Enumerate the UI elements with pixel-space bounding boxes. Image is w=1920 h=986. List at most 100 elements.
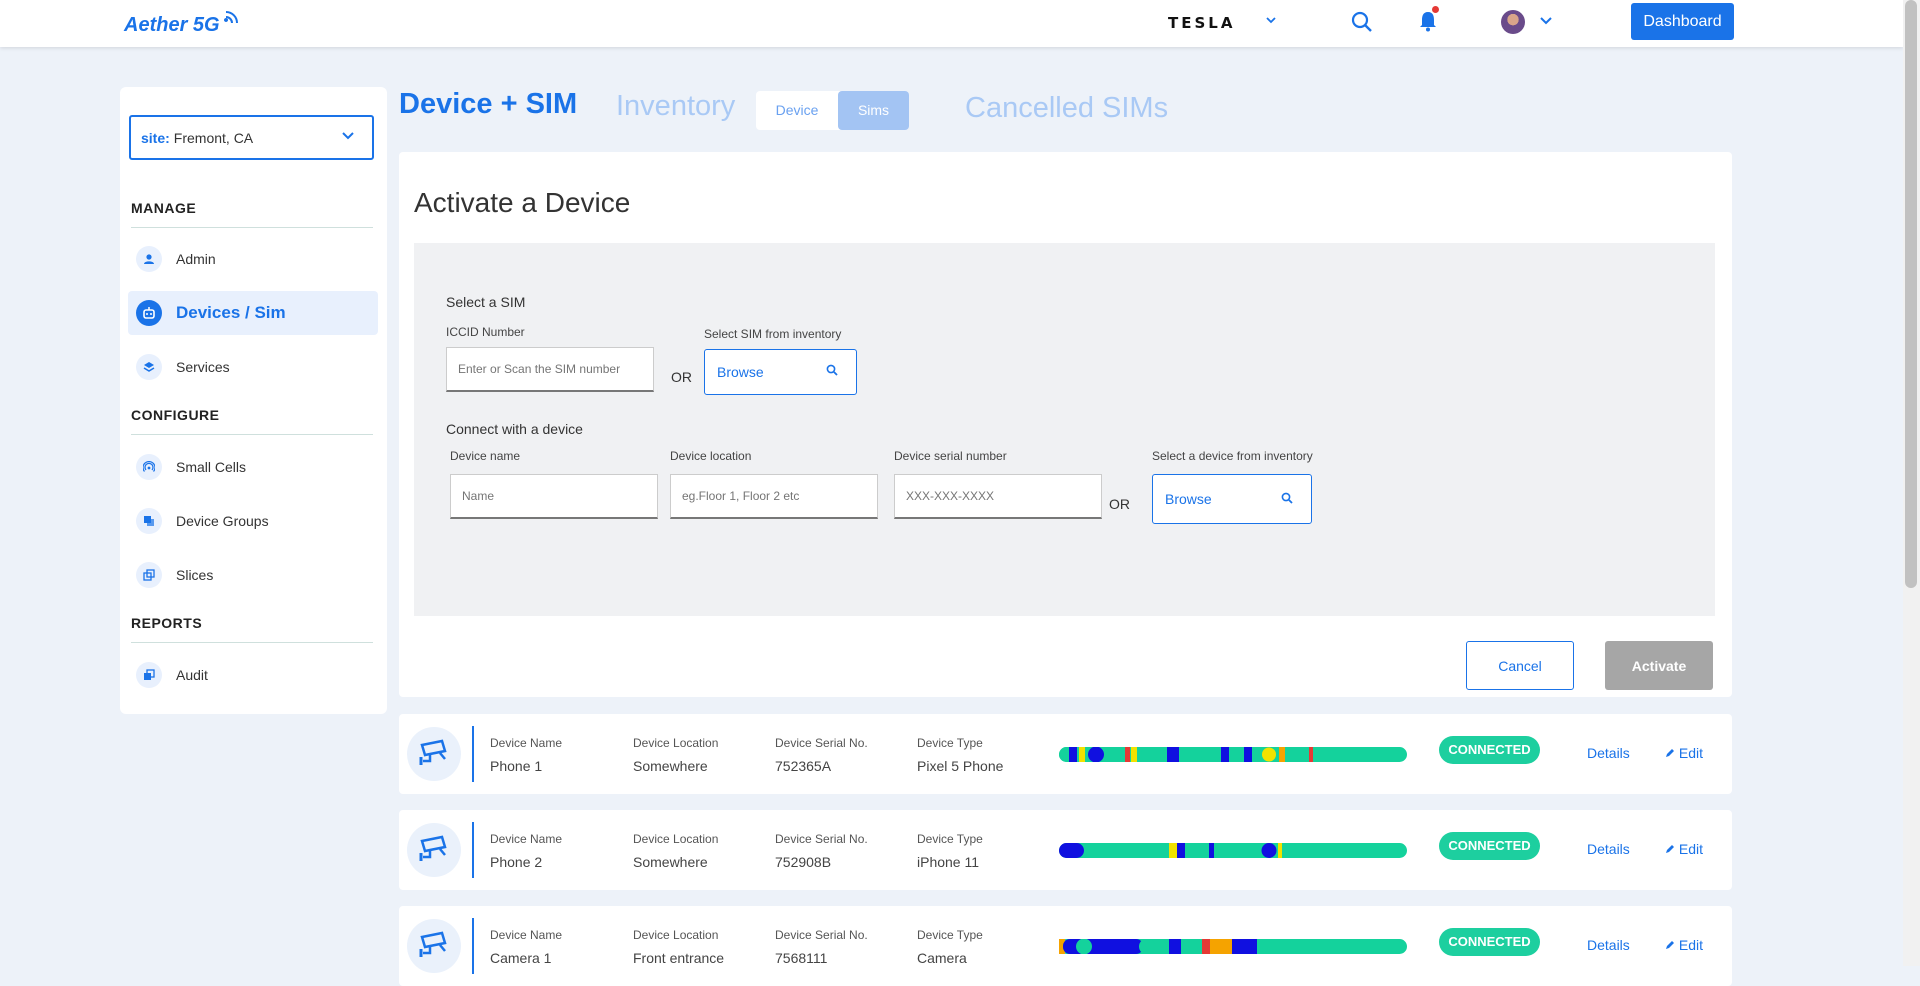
device-name-input[interactable] (450, 474, 658, 519)
site-value: Fremont, CA (173, 129, 254, 146)
device-serial: 752908B (775, 854, 832, 870)
sim-inventory-label: Select SIM from inventory (704, 327, 842, 341)
activate-card: Activate a Device Select a SIM ICCID Num… (399, 152, 1732, 697)
layers-icon (136, 354, 162, 380)
sidebar-item-label: Admin (176, 251, 216, 267)
app-logo[interactable]: Aether 5G (124, 14, 220, 37)
device-row: Device Name Phone 1 Device Location Some… (399, 714, 1732, 794)
copy-icon (136, 508, 162, 534)
divider (131, 642, 373, 643)
device-type: Pixel 5 Phone (917, 758, 1004, 774)
camera-icon (407, 919, 461, 973)
edit-label: Edit (1678, 841, 1704, 857)
chevron-down-icon[interactable] (1266, 16, 1276, 24)
device-location-input[interactable] (670, 474, 878, 519)
user-icon (136, 246, 162, 272)
notification-dot (1432, 6, 1439, 13)
bell-icon[interactable] (1418, 10, 1438, 32)
details-link[interactable]: Details (1587, 937, 1630, 953)
browse-label: Browse (717, 364, 764, 380)
activate-button[interactable]: Activate (1605, 641, 1713, 690)
device-location-label: Device location (670, 449, 752, 463)
tab-inventory[interactable]: Inventory (616, 90, 735, 123)
sidebar-item-services[interactable]: Services (128, 345, 378, 389)
iccid-label: ICCID Number (446, 325, 525, 339)
edit-link[interactable]: Edit (1665, 841, 1703, 857)
device-name-label: Device name (450, 449, 521, 463)
device-serial-header: Device Serial No. (775, 736, 868, 750)
device-name-header: Device Name (490, 832, 563, 846)
audit-icon (136, 662, 162, 688)
avatar[interactable] (1501, 10, 1525, 34)
device-serial-label: Device serial number (894, 449, 1007, 463)
connection-history-bar (1059, 843, 1407, 858)
or-text: OR (671, 369, 692, 385)
sidebar-item-device-groups[interactable]: Device Groups (128, 499, 378, 543)
section-title-reports: REPORTS (131, 615, 203, 631)
browse-label: Browse (1165, 491, 1212, 507)
browse-device-button[interactable]: Browse (1152, 474, 1312, 524)
edit-label: Edit (1678, 745, 1704, 761)
browse-sim-button[interactable]: Browse (704, 349, 857, 395)
top-bar: Aether 5G TESLA Dashboard (0, 0, 1903, 47)
device-row: Device Name Camera 1 Device Location Fro… (399, 906, 1732, 986)
dashboard-button[interactable]: Dashboard (1631, 3, 1734, 40)
toggle-sims[interactable]: Sims (838, 91, 909, 130)
search-icon[interactable] (1351, 11, 1373, 33)
signal-icon (224, 11, 238, 24)
sidebar-item-devices-sim[interactable]: Devices / Sim (128, 291, 378, 335)
status-badge: CONNECTED (1439, 928, 1540, 956)
device-serial-header: Device Serial No. (775, 928, 868, 942)
inventory-toggle: Device Sims (756, 91, 909, 130)
divider (472, 822, 474, 878)
edit-link[interactable]: Edit (1665, 937, 1703, 953)
chevron-down-icon (342, 132, 354, 140)
iccid-input[interactable] (446, 347, 654, 392)
toggle-device[interactable]: Device (756, 91, 838, 130)
camera-icon (407, 823, 461, 877)
device-name: Phone 1 (490, 758, 543, 774)
divider (131, 227, 373, 228)
sidebar: site: Fremont, CA MANAGE Admin Devices /… (120, 87, 387, 714)
site-selector[interactable]: site: Fremont, CA (129, 115, 374, 160)
edit-label: Edit (1678, 937, 1704, 953)
device-serial-header: Device Serial No. (775, 832, 868, 846)
device-location: Somewhere (633, 758, 708, 774)
sidebar-item-slices[interactable]: Slices (128, 553, 378, 597)
divider (472, 726, 474, 782)
chevron-down-icon[interactable] (1540, 16, 1552, 25)
connection-history-bar (1059, 747, 1407, 762)
robot-icon (136, 300, 162, 326)
sidebar-item-label: Services (176, 359, 230, 375)
scrollbar-thumb[interactable] (1905, 0, 1917, 588)
device-location: Somewhere (633, 854, 708, 870)
pencil-icon (1666, 845, 1674, 853)
sidebar-item-label: Slices (176, 567, 214, 583)
search-icon (1281, 492, 1293, 504)
brand-selector[interactable]: TESLA (1168, 14, 1235, 32)
device-type-header: Device Type (917, 736, 983, 750)
cancel-button[interactable]: Cancel (1466, 641, 1574, 690)
sidebar-item-admin[interactable]: Admin (128, 237, 378, 281)
slices-icon (136, 562, 162, 588)
device-type: iPhone 11 (917, 854, 980, 870)
divider (131, 434, 373, 435)
edit-link[interactable]: Edit (1665, 745, 1703, 761)
device-name: Phone 2 (490, 854, 543, 870)
device-location-header: Device Location (633, 928, 719, 942)
details-link[interactable]: Details (1587, 745, 1630, 761)
device-serial: 752365A (775, 758, 832, 774)
sidebar-item-label: Audit (176, 667, 208, 683)
page-title[interactable]: Device + SIM (399, 88, 577, 121)
pencil-icon (1666, 749, 1674, 757)
sidebar-item-audit[interactable]: Audit (128, 653, 378, 697)
status-badge: CONNECTED (1439, 736, 1540, 764)
section-title-configure: CONFIGURE (131, 407, 220, 423)
sidebar-item-label: Device Groups (176, 513, 269, 529)
tab-cancelled-sims[interactable]: Cancelled SIMs (965, 92, 1168, 125)
sidebar-item-small-cells[interactable]: Small Cells (128, 445, 378, 489)
device-type-header: Device Type (917, 832, 983, 846)
details-link[interactable]: Details (1587, 841, 1630, 857)
device-serial-input[interactable] (894, 474, 1102, 519)
search-icon (826, 364, 838, 376)
